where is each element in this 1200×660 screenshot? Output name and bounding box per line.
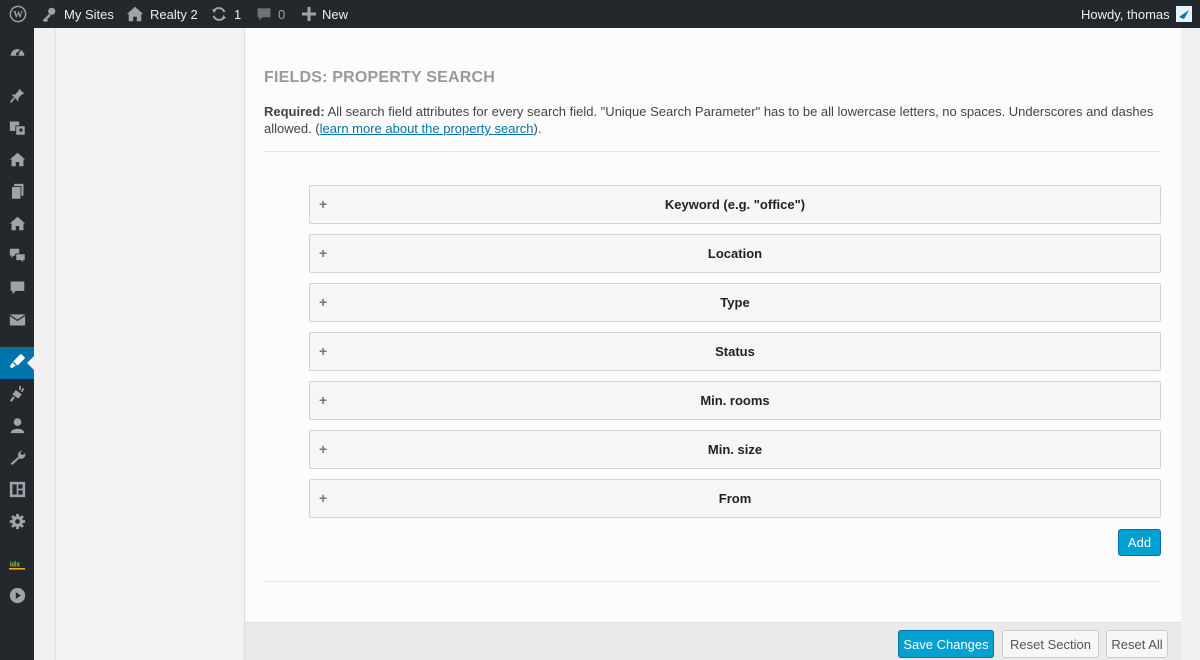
- menu-comments[interactable]: [0, 274, 34, 306]
- my-sites-label: My Sites: [64, 6, 114, 22]
- comment-bubble-icon: [256, 6, 272, 22]
- home-icon: [126, 5, 144, 23]
- section-title: FIELDS: PROPERTY SEARCH: [264, 69, 495, 86]
- menu-appearance[interactable]: [0, 347, 34, 379]
- divider: [264, 151, 1160, 152]
- howdy-label: Howdy, thomas: [1081, 6, 1170, 22]
- menu-testimonials[interactable]: [0, 242, 34, 274]
- menu-contact[interactable]: [0, 306, 34, 338]
- my-sites-menu[interactable]: My Sites: [40, 0, 114, 28]
- widgets-icon: [9, 481, 26, 503]
- media-icon: [9, 119, 26, 141]
- dashboard-icon: [9, 43, 26, 65]
- expand-plus-icon: +: [319, 196, 328, 212]
- menu-posts[interactable]: [0, 82, 34, 114]
- key-icon: [40, 5, 58, 23]
- accordion-item-type[interactable]: + Type: [309, 283, 1161, 322]
- home-icon: [9, 215, 26, 237]
- comments-menu[interactable]: 0: [256, 0, 285, 28]
- comments-icon: [9, 279, 26, 301]
- wordpress-logo-button[interactable]: W: [9, 0, 27, 28]
- pin-icon: [9, 87, 26, 109]
- accordion-item-keyword[interactable]: + Keyword (e.g. "office"): [309, 185, 1161, 224]
- expand-plus-icon: +: [319, 490, 328, 506]
- testimonials-icon: [9, 247, 26, 269]
- accordion-item-min-rooms[interactable]: + Min. rooms: [309, 381, 1161, 420]
- accordion-item-min-size[interactable]: + Min. size: [309, 430, 1161, 469]
- svg-text:W: W: [13, 10, 23, 21]
- my-account-menu[interactable]: Howdy, thomas: [1081, 0, 1192, 28]
- home-icon: [9, 151, 26, 173]
- svg-text:idx: idx: [10, 559, 20, 568]
- accordion-item-from[interactable]: + From: [309, 479, 1161, 518]
- save-changes-button[interactable]: Save Changes: [898, 630, 994, 658]
- users-icon: [9, 417, 26, 439]
- menu-plugins[interactable]: [0, 380, 34, 412]
- accordion-item-label: Keyword (e.g. "office"): [664, 197, 806, 212]
- accordion-item-label: Location: [707, 246, 763, 261]
- wordpress-icon: W: [9, 5, 27, 23]
- options-main-panel: FIELDS: PROPERTY SEARCH Required: All se…: [245, 28, 1181, 622]
- expand-plus-icon: +: [319, 392, 328, 408]
- updates-count: 1: [234, 6, 242, 22]
- page-margin: [1181, 28, 1200, 660]
- refresh-icon: [210, 5, 228, 23]
- menu-properties-2[interactable]: [0, 210, 34, 242]
- expand-plus-icon: +: [319, 294, 328, 310]
- accordion-item-label: Status: [715, 344, 755, 359]
- accordion-item-label: From: [718, 491, 752, 506]
- menu-video[interactable]: [0, 582, 34, 614]
- menu-tools[interactable]: [0, 444, 34, 476]
- idx-icon: idx: [9, 557, 25, 576]
- menu-users[interactable]: [0, 412, 34, 444]
- description-end: ).: [533, 121, 542, 136]
- accordion-item-status[interactable]: + Status: [309, 332, 1161, 371]
- comments-count: 0: [278, 6, 286, 22]
- required-label: Required:: [264, 104, 325, 119]
- expand-plus-icon: +: [319, 245, 328, 261]
- new-label: New: [322, 6, 349, 22]
- admin-bar: W My Sites Realty 2 1 0 New Howdy, thoma…: [0, 0, 1200, 28]
- expand-plus-icon: +: [319, 343, 328, 359]
- accordion-item-label: Min. size: [707, 442, 763, 457]
- menu-properties[interactable]: [0, 146, 34, 178]
- add-field-button[interactable]: Add: [1118, 529, 1161, 556]
- options-footer: Save Changes Reset Section Reset All: [245, 622, 1181, 660]
- new-content-menu[interactable]: New: [302, 0, 348, 28]
- avatar: [1175, 6, 1192, 22]
- menu-pages[interactable]: [0, 178, 34, 210]
- section-description: Required: All search field attributes fo…: [264, 103, 1164, 137]
- settings-icon: [9, 513, 26, 535]
- play-icon: [9, 587, 26, 609]
- accordion-item-label: Type: [720, 295, 750, 310]
- menu-media[interactable]: [0, 114, 34, 146]
- menu-idx[interactable]: idx: [0, 550, 34, 582]
- tools-icon: [9, 449, 26, 471]
- menu-settings[interactable]: [0, 508, 34, 540]
- accordion-item-location[interactable]: + Location: [309, 234, 1161, 273]
- appearance-icon: [9, 352, 26, 374]
- property-search-link[interactable]: learn more about the property search: [320, 121, 534, 136]
- admin-menu: idx: [0, 28, 34, 660]
- pages-icon: [9, 183, 26, 205]
- plus-icon: [302, 7, 316, 21]
- updates-menu[interactable]: 1: [210, 0, 241, 28]
- menu-dashboard[interactable]: [0, 38, 34, 70]
- menu-widgets[interactable]: [0, 476, 34, 508]
- expand-plus-icon: +: [319, 441, 328, 457]
- plugins-icon: [9, 385, 26, 407]
- site-name-menu[interactable]: Realty 2: [126, 0, 198, 28]
- site-name-label: Realty 2: [150, 6, 198, 22]
- reset-section-button[interactable]: Reset Section: [1002, 630, 1099, 658]
- divider: [264, 581, 1160, 582]
- accordion-item-label: Min. rooms: [700, 393, 770, 408]
- reset-all-button[interactable]: Reset All: [1106, 630, 1168, 658]
- mail-icon: [8, 311, 26, 333]
- options-sidebar: [55, 28, 245, 660]
